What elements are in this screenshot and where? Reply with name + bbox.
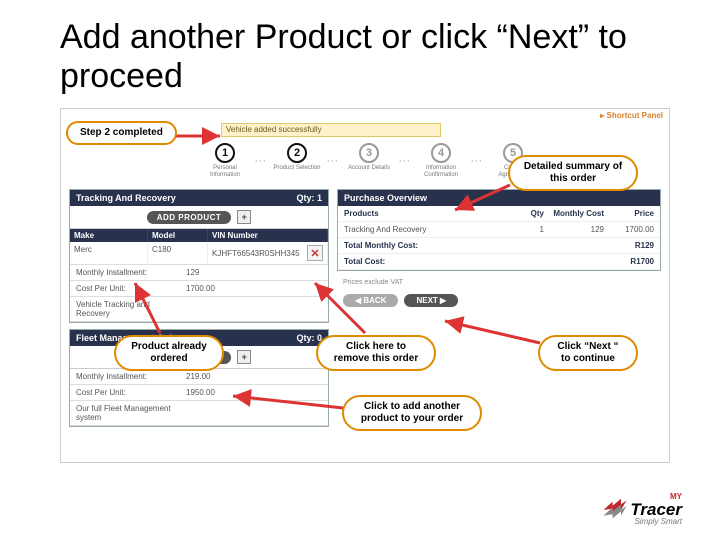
panel-qty: Qty: 1 <box>296 193 322 203</box>
remove-button[interactable]: ✕ <box>307 245 323 261</box>
add-product-button[interactable]: ADD PRODUCT <box>147 211 232 224</box>
step-separator: ··· <box>327 156 339 166</box>
vat-note: Prices exclude VAT <box>337 277 661 288</box>
step-3: 3Account Details <box>345 143 393 179</box>
col-model: Model <box>148 229 208 242</box>
shortcut-panel-link[interactable]: Shortcut Panel <box>600 111 663 120</box>
logo-icon <box>600 496 628 524</box>
callout-summary: Detailed summary of this order <box>508 155 638 191</box>
callout-product-ordered: Product already ordered <box>114 335 224 371</box>
product-row: Merc C180 KJHFT66543R0SHH345✕ <box>70 242 328 265</box>
callout-step-completed: Step 2 completed <box>66 121 177 145</box>
success-banner: Vehicle added successfully <box>221 123 441 137</box>
table-row: Tracking And Recovery11291700.00 <box>338 222 660 238</box>
panel-header: Tracking And Recovery <box>76 193 176 203</box>
total-monthly: Total Monthly Cost:R129 <box>338 238 660 254</box>
plus-icon[interactable]: + <box>237 350 251 364</box>
step-separator: ··· <box>255 156 267 166</box>
step-separator: ··· <box>471 156 483 166</box>
callout-remove: Click here to remove this order <box>316 335 436 371</box>
plus-icon[interactable]: + <box>237 210 251 224</box>
col-make: Make <box>70 229 148 242</box>
tracking-panel: Tracking And RecoveryQty: 1 ADD PRODUCT … <box>69 189 329 323</box>
callout-next: Click “Next “ to continue <box>538 335 638 371</box>
logo-name: Tracer <box>630 501 682 518</box>
total-cost: Total Cost:R1700 <box>338 254 660 270</box>
next-button[interactable]: NEXT <box>404 294 458 307</box>
col-vin: VIN Number <box>208 229 328 242</box>
panel-header: Purchase Overview <box>344 193 427 203</box>
logo-tagline: Simply Smart <box>630 518 682 526</box>
page-title: Add another Product or click “Next” to p… <box>60 18 670 96</box>
step-2: 2Product Selection <box>273 143 321 179</box>
step-separator: ··· <box>399 156 411 166</box>
logo: MY Tracer Simply Smart <box>600 493 682 526</box>
callout-add-another: Click to add another product to your ord… <box>342 395 482 431</box>
step-4: 4Information Confirmation <box>417 143 465 179</box>
